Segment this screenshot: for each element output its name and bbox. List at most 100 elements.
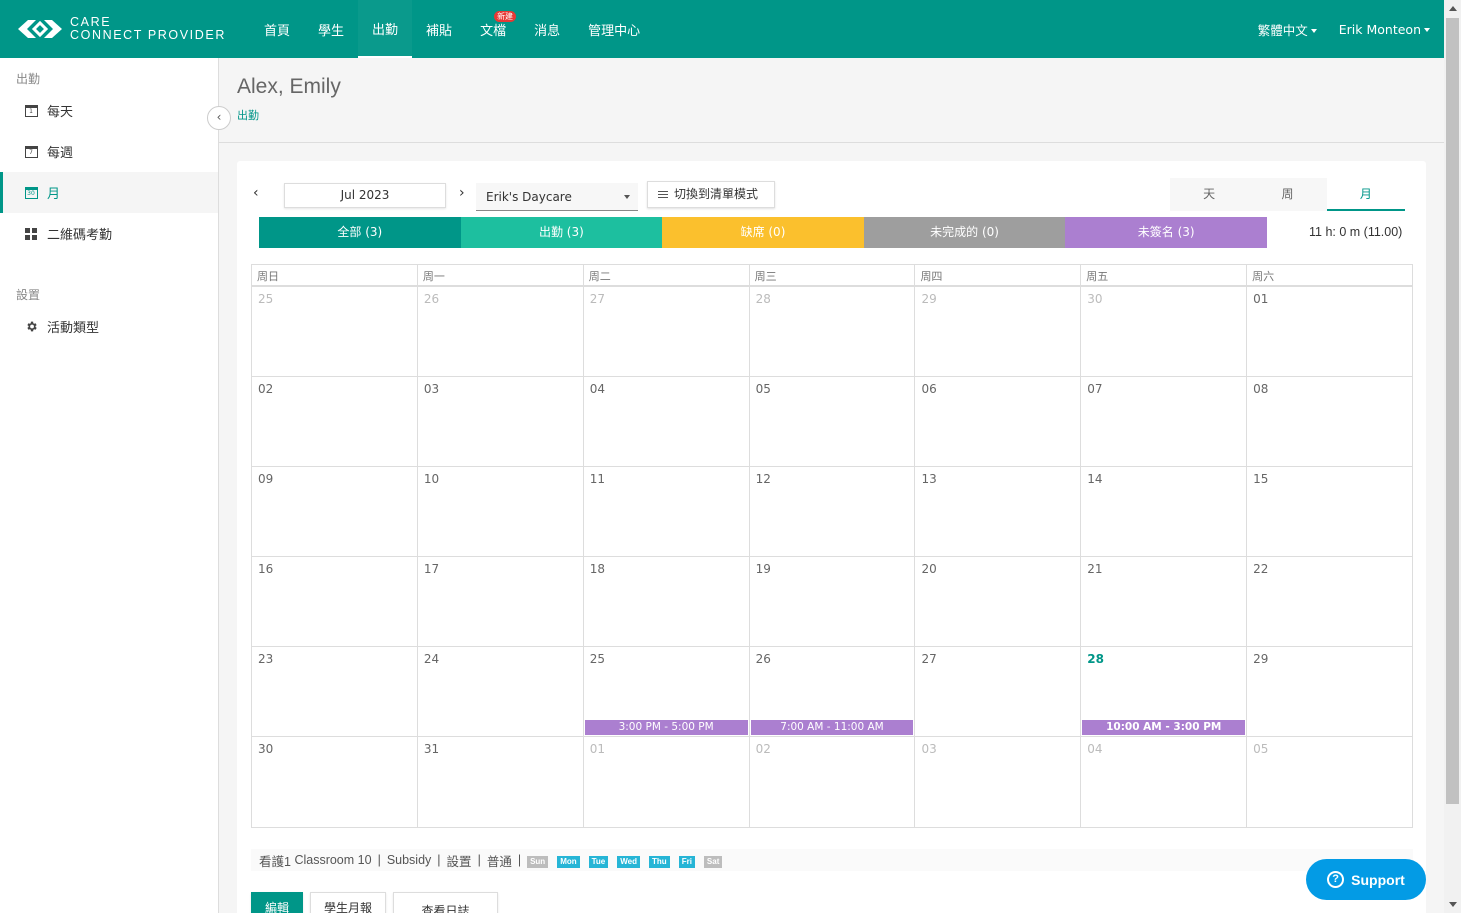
calendar-day-cell[interactable]: 21 xyxy=(1081,557,1248,646)
sidebar: 出勤 1 每天 7 每週 30 月 二維碼考勤 設置 活動類型 xyxy=(0,58,219,913)
page-scrollbar[interactable] xyxy=(1444,0,1461,913)
edit-button[interactable]: 編輯 xyxy=(251,892,304,913)
calendar-day-cell[interactable]: 16 xyxy=(252,557,418,646)
tab-month[interactable]: 月 xyxy=(1326,178,1405,211)
calendar-day-cell[interactable]: 04 xyxy=(584,377,750,466)
status-filter[interactable]: 出勤 (3) xyxy=(460,217,663,248)
sidebar-item-qr-attendance[interactable]: 二維碼考勤 xyxy=(0,213,218,254)
calendar-day-cell[interactable]: 19 xyxy=(750,557,916,646)
calendar-day-cell[interactable]: 31 xyxy=(418,737,584,827)
calendar-day-cell[interactable]: 25 3:00 PM - 5:00 PM xyxy=(584,647,750,736)
tab-week[interactable]: 周 xyxy=(1248,178,1326,211)
calendar-day-cell[interactable]: 29 xyxy=(1247,647,1412,736)
next-month-button[interactable]: › xyxy=(459,185,465,201)
calendar-day-cell[interactable]: 12 xyxy=(750,467,916,556)
student-monthly-report-button[interactable]: 學生月報 xyxy=(310,892,387,913)
calendar-day-cell[interactable]: 15 xyxy=(1247,467,1412,556)
calendar-day-cell[interactable]: 20 xyxy=(915,557,1082,646)
calendar-day-cell[interactable]: 05 xyxy=(1247,737,1412,827)
month-picker[interactable]: Jul 2023 xyxy=(284,183,446,208)
sidebar-item-daily[interactable]: 1 每天 xyxy=(0,90,218,131)
sidebar-item-monthly[interactable]: 30 月 xyxy=(0,172,218,213)
logo[interactable]: CARE CONNECT PROVIDER xyxy=(0,16,250,42)
sidebar-item-activity-types[interactable]: 活動類型 xyxy=(0,306,218,347)
caret-down-icon xyxy=(1310,29,1317,33)
calendar-day-cell[interactable]: 27 xyxy=(915,647,1082,736)
nav-subsidy[interactable]: 補貼 xyxy=(412,0,466,58)
calendar-day-cell[interactable]: 03 xyxy=(418,377,584,466)
tab-day[interactable]: 天 xyxy=(1170,178,1248,211)
calendar-day-cell[interactable]: 30 xyxy=(252,737,418,827)
sidebar-item-weekly[interactable]: 7 每週 xyxy=(0,131,218,172)
nav-students[interactable]: 學生 xyxy=(304,0,358,58)
calendar-day-cell[interactable]: 24 xyxy=(418,647,584,736)
sidebar-item-label: 活動類型 xyxy=(47,321,100,336)
calendar-day-cell[interactable]: 05 xyxy=(750,377,916,466)
day-number: 03 xyxy=(423,382,440,396)
settings-label: 設置 xyxy=(446,854,472,869)
scroll-down-icon[interactable] xyxy=(1444,896,1461,913)
calendar-day-cell[interactable]: 02 xyxy=(252,377,418,466)
calendar-day-cell[interactable]: 11 xyxy=(584,467,750,556)
calendar-day-cell[interactable]: 02 xyxy=(750,737,916,827)
calendar-day-cell[interactable]: 28 10:00 AM - 3:00 PM xyxy=(1081,647,1248,736)
schedule-days: Sun Mon Tue Wed Thu Fri Sat xyxy=(527,853,731,868)
calendar-day-cell[interactable]: 08 xyxy=(1247,377,1412,466)
calendar-day-cell[interactable]: 06 xyxy=(915,377,1082,466)
calendar-day-cell[interactable]: 28 xyxy=(750,287,916,376)
day-number: 08 xyxy=(1253,382,1269,396)
calendar-day-cell[interactable]: 25 xyxy=(252,287,418,376)
status-filter[interactable]: 未簽名 (3) xyxy=(1065,217,1267,248)
day-chip: Fri xyxy=(678,855,695,868)
calendar-day-cell[interactable]: 04 xyxy=(1081,737,1248,827)
calendar-day-cell[interactable]: 23 xyxy=(252,647,418,736)
day-number: 28 xyxy=(755,292,771,306)
calendar-day-cell[interactable]: 17 xyxy=(418,557,584,646)
list-mode-button[interactable]: 切換到清單模式 xyxy=(647,181,775,208)
status-filter[interactable]: 全部 (3) xyxy=(259,217,461,248)
calendar-day-cell[interactable]: 03 xyxy=(915,737,1082,827)
calendar-day-cell[interactable]: 14 xyxy=(1081,467,1248,556)
calendar-day-cell[interactable]: 27 xyxy=(584,287,750,376)
calendar-day-cell[interactable]: 09 xyxy=(252,467,418,556)
calendar-day-cell[interactable]: 01 xyxy=(1247,287,1412,376)
calendar-day-cell[interactable]: 10 xyxy=(418,467,584,556)
classroom-label: Classroom 10 xyxy=(294,853,372,867)
nav-attendance[interactable]: 出勤 xyxy=(358,0,413,58)
breadcrumb[interactable]: 出勤 xyxy=(237,107,1444,123)
calendar-day-cell[interactable]: 29 xyxy=(915,287,1082,376)
attendance-event[interactable]: 3:00 PM - 5:00 PM xyxy=(584,720,748,735)
nav-messages[interactable]: 消息 xyxy=(520,0,574,58)
location-select[interactable]: Erik's Daycare xyxy=(476,183,638,211)
nav-admin-center[interactable]: 管理中心 xyxy=(574,0,654,58)
day-number: 03 xyxy=(921,742,937,756)
attendance-event[interactable]: 7:00 AM - 11:00 AM xyxy=(750,720,914,735)
help-icon: ? xyxy=(1327,871,1345,888)
scroll-up-icon[interactable] xyxy=(1444,0,1461,17)
view-log-button[interactable]: 查看日誌 xyxy=(393,892,499,913)
calendar-day-cell[interactable]: 07 xyxy=(1081,377,1248,466)
calendar-day-cell[interactable]: 18 xyxy=(584,557,750,646)
calendar-day-cell[interactable]: 30 xyxy=(1081,287,1248,376)
status-filter[interactable]: 未完成的 (0) xyxy=(863,217,1066,248)
weekday-label: 周一 xyxy=(418,265,584,285)
calendar-day-cell[interactable]: 13 xyxy=(915,467,1082,556)
normal-label: 普通 xyxy=(486,854,512,869)
nav-documents[interactable]: 文檔 新建 xyxy=(466,0,520,58)
status-filter[interactable]: 缺席 (0) xyxy=(662,217,864,248)
nav-home[interactable]: 首頁 xyxy=(250,0,304,58)
weekday-header: 周日 周一 周二 周三 周四 周五 周六 xyxy=(252,265,1412,287)
calendar-day-cell[interactable]: 26 xyxy=(418,287,584,376)
calendar-day-cell[interactable]: 22 xyxy=(1247,557,1412,646)
user-menu[interactable]: Erik Monteon xyxy=(1339,22,1430,37)
calendar-day-cell[interactable]: 26 7:00 AM - 11:00 AM xyxy=(750,647,916,736)
day-number: 15 xyxy=(1253,472,1269,486)
attendance-event[interactable]: 10:00 AM - 3:00 PM xyxy=(1082,720,1246,735)
support-button[interactable]: ? Support xyxy=(1306,859,1426,900)
calendar-day-cell[interactable]: 01 xyxy=(584,737,750,827)
prev-month-button[interactable]: ‹ xyxy=(253,185,259,201)
calendar-week-icon: 7 xyxy=(24,145,38,158)
scroll-thumb[interactable] xyxy=(1446,18,1459,804)
day-number: 24 xyxy=(423,652,440,666)
language-dropdown[interactable]: 繁體中文 xyxy=(1258,20,1317,39)
